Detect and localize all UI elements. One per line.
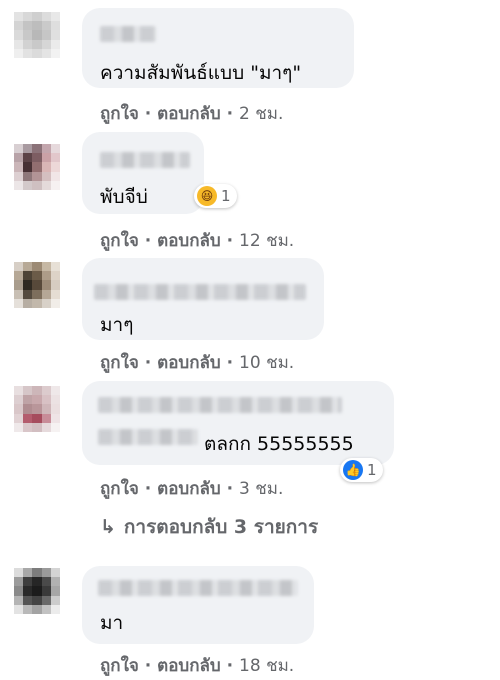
separator: ·	[144, 231, 152, 251]
comment-text: มาๆ	[100, 314, 134, 336]
author-name[interactable]	[94, 284, 306, 300]
like-link[interactable]: ถูกใจ	[100, 353, 139, 373]
like-link[interactable]: ถูกใจ	[100, 656, 139, 676]
comment-actions: ถูกใจ · ตอบกลับ · 2 ชม.	[100, 100, 283, 127]
separator: ·	[226, 656, 234, 676]
avatar[interactable]	[14, 386, 60, 432]
timestamp[interactable]: 18 ชม.	[239, 656, 294, 676]
author-name[interactable]	[98, 397, 342, 413]
reply-link[interactable]: ตอบกลับ	[157, 231, 221, 251]
separator: ·	[226, 353, 234, 373]
reply-link[interactable]: ตอบกลับ	[157, 656, 221, 676]
separator: ·	[226, 104, 234, 124]
reply-link[interactable]: ตอบกลับ	[157, 479, 221, 499]
comment-text: พับจีบ่	[100, 186, 148, 208]
timestamp[interactable]: 3 ชม.	[239, 479, 283, 499]
reaction-count: 1	[221, 187, 231, 205]
avatar[interactable]	[14, 12, 60, 58]
comment-actions: ถูกใจ · ตอบกลับ · 18 ชม.	[100, 652, 294, 679]
separator: ·	[144, 353, 152, 373]
reply-link[interactable]: ตอบกลับ	[157, 104, 221, 124]
separator: ·	[226, 231, 234, 251]
comment-actions: ถูกใจ · ตอบกลับ · 3 ชม.	[100, 475, 283, 502]
author-name[interactable]	[100, 152, 190, 168]
reaction-badge[interactable]: 😆 1	[194, 184, 237, 208]
timestamp[interactable]: 2 ชม.	[239, 104, 283, 124]
comment-text: ตลกก 55555555	[204, 433, 354, 455]
author-name[interactable]	[98, 429, 198, 445]
like-icon: 👍	[343, 460, 363, 480]
comment-bubble: ความสัมพันธ์แบบ "มาๆ"	[82, 8, 354, 88]
reply-arrow-icon: ↳	[100, 516, 116, 538]
like-link[interactable]: ถูกใจ	[100, 479, 139, 499]
comment-bubble: ตลกก 55555555	[82, 381, 394, 465]
separator: ·	[144, 656, 152, 676]
comment-actions: ถูกใจ · ตอบกลับ · 10 ชม.	[100, 349, 294, 376]
separator: ·	[144, 104, 152, 124]
view-replies-link[interactable]: ↳ การตอบกลับ 3 รายการ	[100, 512, 318, 542]
reply-link[interactable]: ตอบกลับ	[157, 353, 221, 373]
timestamp[interactable]: 12 ชม.	[239, 231, 294, 251]
comment-actions: ถูกใจ · ตอบกลับ · 12 ชม.	[100, 227, 294, 254]
comment-bubble: มา	[82, 566, 314, 644]
like-link[interactable]: ถูกใจ	[100, 104, 139, 124]
avatar[interactable]	[14, 262, 60, 308]
haha-emoji-icon: 😆	[197, 186, 217, 206]
timestamp[interactable]: 10 ชม.	[239, 353, 294, 373]
separator: ·	[226, 479, 234, 499]
like-link[interactable]: ถูกใจ	[100, 231, 139, 251]
comment-bubble: พับจีบ่	[82, 132, 204, 214]
comment-bubble: มาๆ	[82, 258, 324, 340]
reaction-count: 1	[367, 461, 377, 479]
separator: ·	[144, 479, 152, 499]
reaction-badge[interactable]: 👍 1	[340, 458, 383, 482]
comment-text: ความสัมพันธ์แบบ "มาๆ"	[100, 62, 302, 84]
author-name[interactable]	[98, 580, 298, 596]
avatar[interactable]	[14, 144, 60, 190]
avatar[interactable]	[14, 568, 60, 614]
comment-text: มา	[100, 612, 124, 634]
author-name[interactable]	[100, 26, 156, 42]
replies-label: การตอบกลับ 3 รายการ	[123, 516, 319, 538]
